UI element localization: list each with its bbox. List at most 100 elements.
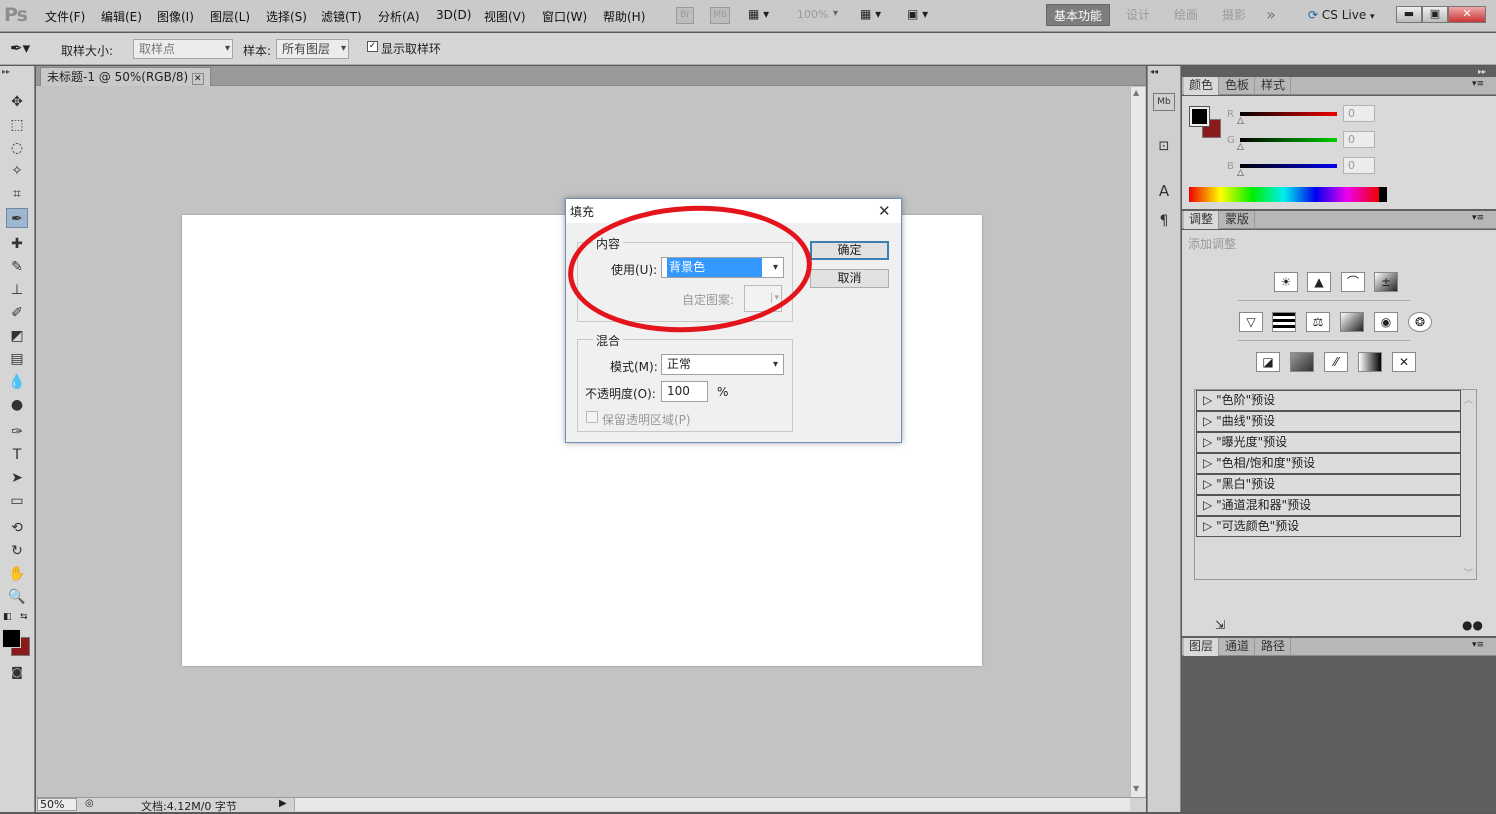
gradient-tool-icon[interactable]: ▤ [6, 349, 28, 369]
menu-layer[interactable]: 图层(L) [210, 8, 250, 25]
collapse-dock-icon[interactable]: ◂◂ [1150, 67, 1158, 76]
zoom-tool-icon[interactable]: 🔍 [6, 587, 28, 607]
list-item[interactable]: ▷ "通道混和器"预设 [1196, 495, 1461, 516]
sample-size-select[interactable]: 取样点 ▾ [133, 39, 233, 59]
3d-rotate-tool-icon[interactable]: ⟲ [6, 518, 28, 538]
menu-image[interactable]: 图像(I) [157, 8, 194, 25]
menu-window[interactable]: 窗口(W) [542, 8, 587, 25]
menu-file[interactable]: 文件(F) [45, 8, 85, 25]
channel-r-value[interactable]: 0 [1343, 105, 1375, 122]
tab-paths[interactable]: 路径 [1256, 638, 1292, 656]
selective-color-icon[interactable]: ✕ [1392, 352, 1416, 372]
dodge-tool-icon[interactable]: ● [6, 395, 28, 415]
paragraph-panel-icon[interactable]: ¶ [1153, 210, 1175, 232]
hand-tool-icon[interactable]: ✋ [6, 564, 28, 584]
panel-menu-icon[interactable]: ▾≡ [1472, 640, 1484, 650]
crop-tool-icon[interactable]: ⌗ [6, 184, 28, 204]
lasso-tool-icon[interactable]: ◌ [6, 138, 28, 158]
posterize-icon[interactable] [1290, 352, 1314, 372]
eyedropper-tool-icon[interactable]: ✒ [6, 208, 28, 228]
menu-select[interactable]: 选择(S) [266, 8, 307, 25]
list-item[interactable]: ▷ "可选颜色"预设 [1196, 516, 1461, 537]
healing-brush-tool-icon[interactable]: ✚ [6, 234, 28, 254]
scroll-down-icon[interactable]: ▼ [1133, 784, 1139, 793]
scroll-up-icon[interactable]: ▲ [1133, 88, 1139, 97]
document-tab[interactable]: 未标题-1 @ 50%(RGB/8) ✕ [40, 67, 211, 86]
close-window-button[interactable]: ✕ [1448, 6, 1486, 23]
photo-filter-icon[interactable]: ◉ [1374, 312, 1398, 332]
clone-stamp-tool-icon[interactable]: ⊥ [6, 280, 28, 300]
black-white-icon[interactable] [1340, 312, 1364, 332]
arrange-documents-icon[interactable]: ▦ ▾ [860, 7, 881, 21]
threshold-icon[interactable]: ⁄⁄ [1324, 352, 1348, 372]
gradient-map-icon[interactable] [1358, 352, 1382, 372]
ok-button[interactable]: 确定 [810, 241, 889, 260]
tab-swatches[interactable]: 色板 [1220, 77, 1256, 95]
brush-tool-icon[interactable]: ✎ [6, 257, 28, 277]
collapse-icon[interactable]: ▸▸ [2, 67, 10, 76]
history-brush-tool-icon[interactable]: ✐ [6, 303, 28, 323]
blur-tool-icon[interactable]: 💧 [6, 372, 28, 392]
move-tool-icon[interactable]: ✥ [6, 92, 28, 112]
cslive-button[interactable]: ⟳ CS Live ▾ [1308, 8, 1375, 22]
foreground-color-swatch[interactable] [2, 629, 21, 648]
panel-menu-icon[interactable]: ▾≡ [1472, 79, 1484, 89]
vibrance-icon[interactable]: ▽ [1239, 312, 1263, 332]
close-icon[interactable]: ✕ [878, 202, 891, 220]
workspace-essentials[interactable]: 基本功能 [1046, 4, 1110, 26]
quick-mask-icon[interactable]: ◙ [6, 662, 28, 682]
zoom-level[interactable]: 100% [797, 8, 828, 21]
hue-saturation-icon[interactable] [1272, 312, 1296, 332]
marquee-tool-icon[interactable]: ⬚ [6, 115, 28, 135]
status-icon[interactable]: ◎ [85, 798, 94, 809]
history-panel-icon[interactable]: ⊡ [1153, 136, 1175, 158]
path-select-tool-icon[interactable]: ➤ [6, 468, 28, 488]
rectangle-tool-icon[interactable]: ▭ [6, 491, 28, 511]
show-ring-checkbox[interactable]: ✓ [367, 41, 378, 52]
list-item[interactable]: ▷ "曲线"预设 [1196, 411, 1461, 432]
channel-g-slider[interactable] [1240, 138, 1337, 142]
list-item[interactable]: ▷ "色相/饱和度"预设 [1196, 453, 1461, 474]
cancel-button[interactable]: 取消 [810, 269, 889, 288]
eraser-tool-icon[interactable]: ◩ [6, 326, 28, 346]
zoom-field[interactable]: 50% [37, 798, 77, 811]
sample-select[interactable]: 所有图层 ▾ [276, 39, 349, 59]
mode-select[interactable]: 正常 ▾ [661, 354, 784, 375]
pen-tool-icon[interactable]: ✑ [6, 422, 28, 442]
preserve-transparency-checkbox[interactable] [586, 411, 598, 423]
workspace-painting[interactable]: 绘画 [1166, 4, 1206, 26]
tab-channels[interactable]: 通道 [1220, 638, 1256, 656]
default-colors-icon[interactable]: ◧ [3, 612, 12, 622]
close-tab-icon[interactable]: ✕ [192, 73, 204, 85]
3d-orbit-tool-icon[interactable]: ↻ [6, 541, 28, 561]
slider-thumb-icon[interactable]: △ [1237, 116, 1244, 126]
screen-mode-icon[interactable]: ▣ ▾ [907, 7, 928, 21]
list-item[interactable]: ▷ "曝光度"预设 [1196, 432, 1461, 453]
channel-g-value[interactable]: 0 [1343, 131, 1375, 148]
collapse-panels-icon[interactable]: ▸▸ [1478, 67, 1486, 76]
view-extras-icon[interactable]: ▦ ▾ [748, 7, 780, 24]
opacity-input[interactable]: 100 [661, 381, 708, 402]
channel-b-slider[interactable] [1240, 164, 1337, 168]
menu-analysis[interactable]: 分析(A) [378, 8, 420, 25]
scroll-up-icon[interactable]: ︿ [1464, 393, 1473, 406]
list-item[interactable]: ▷ "黑白"预设 [1196, 474, 1461, 495]
tab-layers[interactable]: 图层 [1184, 638, 1220, 656]
curves-icon[interactable]: ⌒ [1341, 272, 1365, 292]
horizontal-scrollbar[interactable] [294, 798, 1130, 811]
quick-select-tool-icon[interactable]: ✧ [6, 161, 28, 181]
channel-mixer-icon[interactable]: ❂ [1408, 312, 1432, 332]
status-menu-icon[interactable]: ▶ [279, 798, 287, 809]
mini-bridge-icon[interactable]: Mb [710, 7, 730, 24]
exposure-icon[interactable]: ± [1374, 272, 1398, 292]
list-item[interactable]: ▷ "色阶"预设 [1196, 390, 1461, 411]
eyedropper-preset-icon[interactable]: ✒▾ [10, 39, 30, 57]
channel-b-value[interactable]: 0 [1343, 157, 1375, 174]
slider-thumb-icon[interactable]: △ [1237, 168, 1244, 178]
clip-to-layer-icon[interactable]: ⇲ [1215, 618, 1225, 632]
swap-colors-icon[interactable]: ⇆ [20, 612, 28, 622]
tab-masks[interactable]: 蒙版 [1220, 211, 1256, 229]
toggle-visibility-icon[interactable]: ●● [1462, 618, 1483, 632]
color-spectrum[interactable] [1189, 187, 1387, 202]
menu-3d[interactable]: 3D(D) [436, 8, 471, 22]
